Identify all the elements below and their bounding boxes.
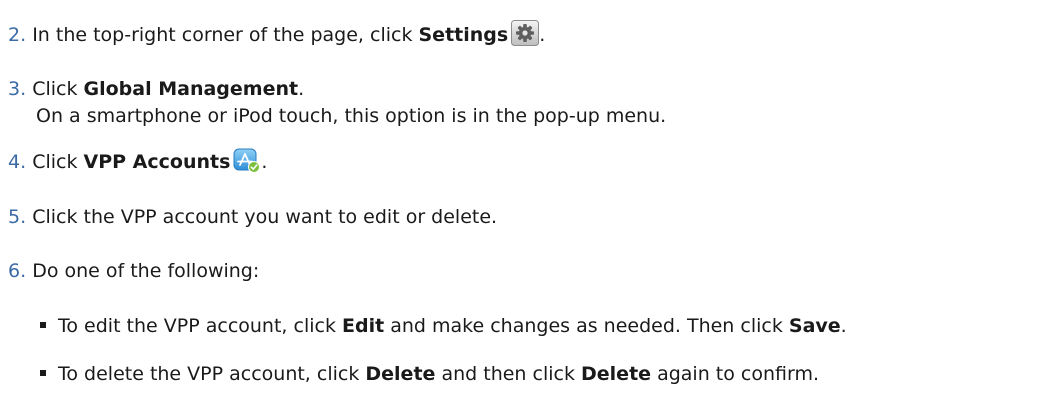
save-label: Save — [788, 315, 841, 337]
bullet-text: To delete the VPP account, click — [58, 363, 366, 385]
step-5: 5. Click the VPP account you want to edi… — [8, 203, 497, 231]
step-3: 3. Click Global Management. — [8, 75, 304, 103]
step-2: 2. In the top-right corner of the page, … — [8, 20, 545, 49]
bullet-marker — [40, 321, 46, 328]
step-text: In the top-right corner of the page, cli… — [32, 24, 419, 46]
step-number: 2. — [8, 24, 27, 46]
delete-confirm-label: Delete — [581, 363, 652, 385]
delete-label: Delete — [365, 363, 436, 385]
bullet-text-end: again to confirm. — [651, 363, 820, 385]
step-text: Click — [32, 78, 84, 100]
bullet-text: and then click — [435, 363, 582, 385]
vpp-accounts-label: VPP Accounts — [83, 151, 231, 173]
vpp-app-store-icon — [233, 148, 261, 174]
step-text: Click — [32, 151, 84, 173]
step-text: Do one of the following: — [32, 260, 260, 282]
step-text-end: . — [539, 24, 546, 46]
edit-label: Edit — [342, 315, 385, 337]
settings-label: Settings — [418, 24, 509, 46]
step-number: 6. — [8, 260, 27, 282]
step-4: 4. Click VPP Accounts . — [8, 148, 267, 176]
step-text-end: . — [298, 78, 305, 100]
step-6: 6. Do one of the following: — [8, 257, 259, 285]
bullet-text: To edit the VPP account, click — [58, 315, 342, 337]
global-management-label: Global Management — [83, 78, 299, 100]
instruction-steps: 2. In the top-right corner of the page, … — [0, 0, 1045, 407]
bullet-text: and make changes as needed. Then click — [384, 315, 789, 337]
bullet-delete: To delete the VPP account, click Delete … — [40, 360, 819, 388]
step-3-note: On a smartphone or iPod touch, this opti… — [36, 105, 667, 127]
gear-icon — [511, 20, 540, 46]
bullet-marker — [40, 369, 46, 376]
bullet-text-end: . — [840, 315, 847, 337]
step-text-end: . — [261, 151, 268, 173]
bullet-edit: To edit the VPP account, click Edit and … — [40, 312, 847, 340]
step-number: 3. — [8, 78, 27, 100]
step-number: 5. — [8, 206, 27, 228]
step-number: 4. — [8, 151, 27, 173]
step-text: Click the VPP account you want to edit o… — [32, 206, 498, 228]
